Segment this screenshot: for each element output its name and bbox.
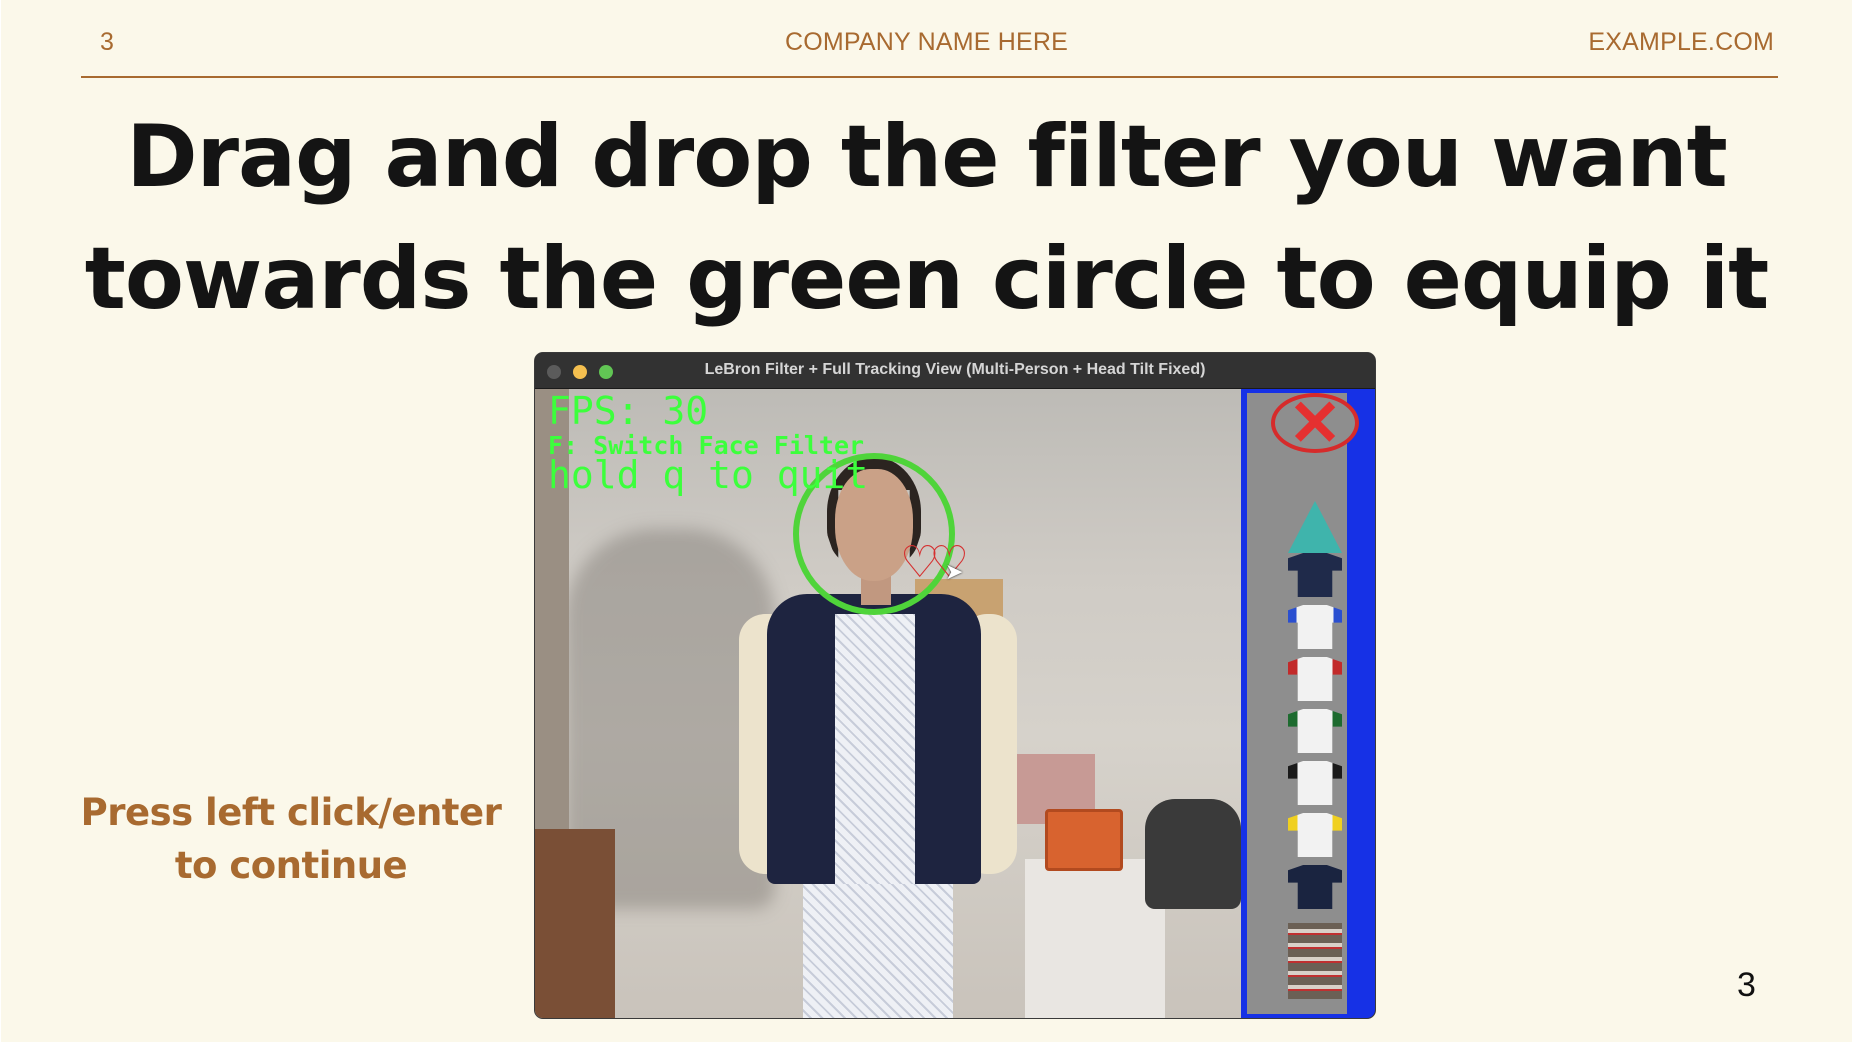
hud-quit-hint: hold q to quit (548, 453, 869, 497)
slide: 3 COMPANY NAME HERE EXAMPLE.COM Drag and… (1, 0, 1852, 1042)
filter-panel-inner (1247, 393, 1347, 1014)
red-x-icon: ✕ (1288, 387, 1342, 459)
filter-app-window[interactable]: LeBron Filter + Full Tracking View (Mult… (534, 352, 1376, 1019)
continue-instruction-line-2: to continue (174, 844, 408, 887)
camera-feed[interactable]: ♡♡ ➤ FPS: 30 F: Switch Face Filter hold … (535, 389, 1241, 1018)
background-cabinet (535, 829, 615, 1018)
window-titlebar[interactable]: LeBron Filter + Full Tracking View (Mult… (535, 353, 1375, 389)
slide-title-line-1: Drag and drop the filter you want (126, 107, 1728, 207)
hud-fps: FPS: 30 (548, 389, 709, 433)
window-title: LeBron Filter + Full Tracking View (Mult… (704, 361, 1206, 378)
filter-panel: ✕ (1241, 387, 1375, 1018)
background-bag (1145, 799, 1241, 909)
page-number: 3 (1737, 966, 1756, 1004)
header-website: EXAMPLE.COM (1588, 28, 1774, 56)
background-basket (1045, 809, 1123, 871)
mouse-cursor-icon: ➤ (945, 559, 964, 584)
slide-title-line-2: towards the green circle to equip it (84, 229, 1770, 329)
person-pants (803, 884, 953, 1018)
background-shelf (1025, 859, 1165, 1018)
filter-armor-suit-icon[interactable] (1288, 923, 1342, 999)
remove-filter-button[interactable]: ✕ (1271, 387, 1359, 459)
header-company-name: COMPANY NAME HERE (784, 28, 1069, 56)
header-divider (81, 76, 1778, 78)
continue-instruction-line-1: Press left click/enter (80, 791, 502, 834)
dragged-heart-glasses-icon[interactable]: ♡♡ (900, 541, 978, 589)
